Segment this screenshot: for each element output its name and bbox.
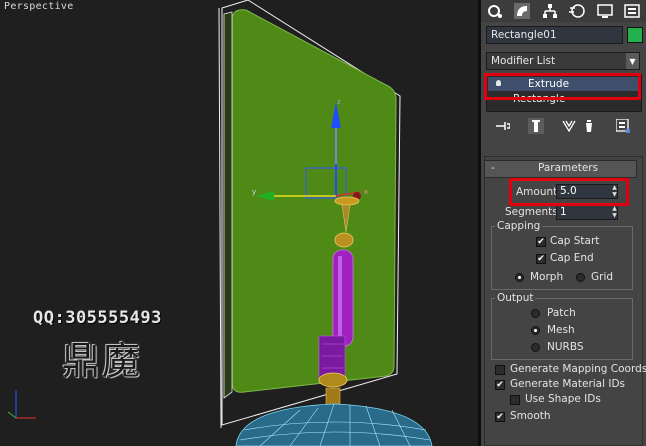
make-unique-icon[interactable] — [561, 118, 577, 134]
command-panel: Rectangle01 Modifier List ▼ Extrude Rect… — [481, 0, 646, 446]
chevron-down-icon[interactable]: ▼ — [626, 53, 639, 69]
viewport-label[interactable]: Perspective — [4, 1, 74, 12]
lamp-joint-bottom — [318, 372, 348, 388]
amount-highlight-box — [509, 178, 629, 206]
mesh-radio[interactable] — [531, 326, 540, 335]
extrude-edge — [218, 7, 222, 429]
cap-end-checkbox[interactable]: ✔ — [536, 254, 546, 264]
lamp-joint-top — [334, 196, 360, 206]
mesh-label: Mesh — [547, 324, 575, 336]
output-group-title: Output — [495, 292, 536, 304]
cap-start-label: Cap Start — [550, 235, 600, 247]
show-end-result-icon[interactable] — [528, 118, 544, 134]
watermark-logo: 鼎魔 — [62, 339, 143, 383]
collapse-icon: - — [491, 162, 495, 174]
object-color-swatch[interactable] — [627, 27, 643, 43]
stack-toolbar — [481, 115, 646, 137]
utilities-tab-icon[interactable] — [623, 3, 641, 19]
create-tab-icon[interactable] — [486, 3, 504, 19]
nurbs-radio[interactable] — [531, 343, 540, 352]
capping-group-title: Capping — [495, 220, 543, 232]
svg-text:x: x — [364, 188, 368, 196]
morph-label: Morph — [530, 271, 564, 283]
segments-label: Segments: — [505, 206, 562, 218]
remove-modifier-icon[interactable] — [581, 118, 597, 134]
watermark-qq: QQ:305555493 — [33, 308, 162, 328]
patch-radio[interactable] — [531, 309, 540, 318]
svg-text:z: z — [337, 98, 341, 106]
parameters-rollout-header[interactable]: - Parameters — [484, 160, 637, 178]
use-shape-ids-checkbox[interactable] — [510, 395, 520, 405]
generate-material-ids-label: Generate Material IDs — [510, 378, 626, 390]
lamp-joint-mid — [334, 232, 354, 248]
morph-radio[interactable] — [515, 273, 524, 282]
segments-spinner-arrows-icon[interactable]: ▲ ▼ — [610, 205, 619, 219]
command-panel-tabs — [481, 0, 646, 22]
generate-mapping-checkbox[interactable] — [495, 365, 505, 375]
patch-label: Patch — [547, 307, 576, 319]
smooth-label: Smooth — [510, 410, 551, 422]
modifier-list-dropdown[interactable]: Modifier List — [486, 52, 640, 70]
hierarchy-tab-icon[interactable] — [541, 3, 559, 19]
grid-radio[interactable] — [576, 273, 585, 282]
display-tab-icon[interactable] — [596, 3, 614, 19]
generate-mapping-label: Generate Mapping Coords. — [510, 363, 646, 375]
world-y-axis — [7, 411, 17, 419]
lamp-base-dome — [235, 403, 433, 446]
lamp-arm-purple — [332, 249, 354, 347]
svg-text:y: y — [252, 188, 256, 196]
smooth-checkbox[interactable]: ✔ — [495, 412, 505, 422]
pin-stack-icon[interactable] — [495, 118, 511, 134]
segments-spinner[interactable]: 1 — [556, 205, 618, 220]
use-shape-ids-label: Use Shape IDs — [525, 393, 601, 405]
modify-tab-icon[interactable] — [513, 3, 531, 19]
generate-material-ids-checkbox[interactable]: ✔ — [495, 380, 505, 390]
green-extrude-panel — [231, 9, 397, 393]
motion-tab-icon[interactable] — [568, 3, 586, 19]
perspective-viewport[interactable]: z y x Perspective QQ:305555493 鼎魔 — [0, 0, 478, 446]
cap-start-checkbox[interactable]: ✔ — [536, 237, 546, 247]
nurbs-label: NURBS — [547, 341, 584, 353]
configure-modifier-sets-icon[interactable] — [615, 118, 631, 134]
extrude-highlight-box — [484, 73, 641, 100]
object-name-field[interactable]: Rectangle01 — [486, 26, 623, 44]
rollout-title: Parameters — [538, 162, 599, 174]
cap-end-label: Cap End — [550, 252, 594, 264]
grid-label: Grid — [591, 271, 614, 283]
